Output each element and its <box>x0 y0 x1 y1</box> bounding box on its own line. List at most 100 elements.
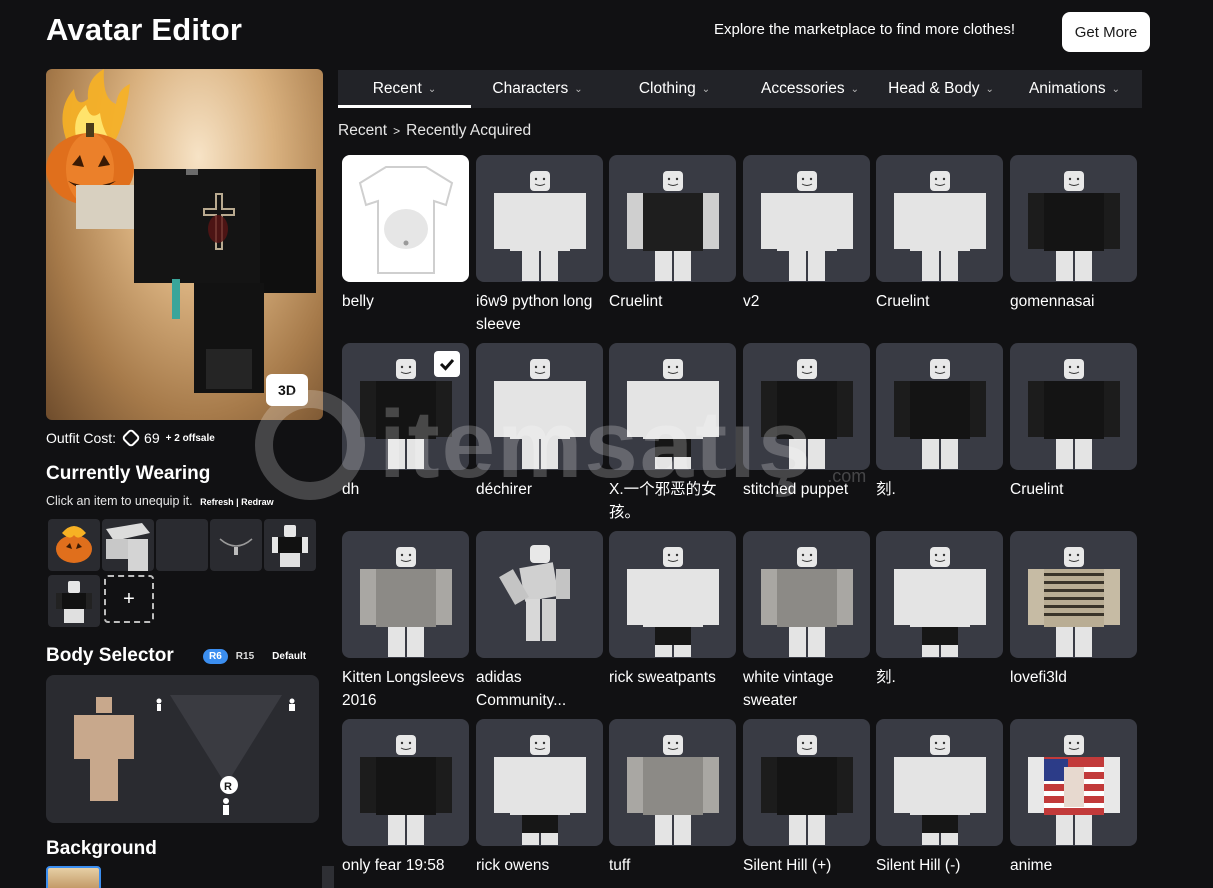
item-thumbnail[interactable] <box>1010 155 1137 282</box>
item-thumbnail[interactable] <box>1010 531 1137 658</box>
inventory-item[interactable]: i6w9 python long sleeve <box>476 155 603 336</box>
item-thumbnail[interactable] <box>743 343 870 470</box>
view-3d-toggle-button[interactable]: 3D <box>266 374 308 406</box>
item-thumbnail[interactable] <box>1010 719 1137 846</box>
left-panel-scrollbar[interactable] <box>322 866 334 888</box>
tab-characters[interactable]: Characters ⌄ <box>471 70 604 108</box>
item-name[interactable]: gomennasai <box>1010 290 1137 313</box>
item-name[interactable]: i6w9 python long sleeve <box>476 290 603 336</box>
tab-label: Accessories <box>761 80 845 97</box>
item-thumbnail[interactable] <box>743 155 870 282</box>
item-name[interactable]: belly <box>342 290 469 313</box>
item-name[interactable]: rick sweatpants <box>609 666 736 689</box>
item-thumbnail[interactable] <box>876 343 1003 470</box>
item-name[interactable]: anime <box>1010 854 1137 877</box>
body-type-default[interactable]: Default <box>272 651 306 662</box>
avatar-render <box>46 69 316 393</box>
inventory-item[interactable]: tuff <box>609 719 736 877</box>
worn-item-pumpkin[interactable] <box>48 519 100 571</box>
inventory-item[interactable]: belly <box>342 155 469 313</box>
item-thumbnail[interactable] <box>609 719 736 846</box>
inventory-item[interactable]: white vintage sweater <box>743 531 870 712</box>
worn-item-body-part[interactable] <box>102 519 154 571</box>
item-thumbnail[interactable] <box>743 719 870 846</box>
item-thumbnail[interactable] <box>609 531 736 658</box>
inventory-item[interactable]: 刻. <box>876 343 1003 501</box>
body-type-r15[interactable]: R15 <box>236 651 254 662</box>
get-more-button[interactable]: Get More <box>1062 12 1150 52</box>
add-item-button[interactable]: + <box>104 575 154 623</box>
item-thumbnail[interactable] <box>476 343 603 470</box>
item-name[interactable]: Silent Hill (+) <box>743 854 870 877</box>
item-name[interactable]: v2 <box>743 290 870 313</box>
inventory-item[interactable]: rick owens <box>476 719 603 877</box>
item-thumbnail[interactable] <box>342 719 469 846</box>
inventory-item[interactable]: Cruelint <box>876 155 1003 313</box>
item-name[interactable]: 刻. <box>876 478 1003 501</box>
item-name[interactable]: dh <box>342 478 469 501</box>
item-name[interactable]: Silent Hill (-) <box>876 854 1003 877</box>
item-thumbnail[interactable] <box>342 343 469 470</box>
item-name[interactable]: lovefi3ld <box>1010 666 1137 689</box>
inventory-item[interactable]: Kitten Longsleevs 2016 <box>342 531 469 712</box>
tab-head-body[interactable]: Head & Body ⌄ <box>875 70 1007 108</box>
tab-accessories[interactable]: Accessories ⌄ <box>745 70 875 108</box>
item-thumbnail[interactable] <box>609 343 736 470</box>
inventory-item[interactable]: Silent Hill (+) <box>743 719 870 877</box>
inventory-item[interactable]: anime <box>1010 719 1137 877</box>
item-name[interactable]: 刻. <box>876 666 1003 689</box>
inventory-item[interactable]: X.一个邪恶的女孩。 <box>609 343 736 524</box>
inventory-item[interactable]: lovefi3ld <box>1010 531 1137 689</box>
item-name[interactable]: déchirer <box>476 478 603 501</box>
item-name[interactable]: white vintage sweater <box>743 666 870 712</box>
refresh-redraw-link[interactable]: Refresh | Redraw <box>200 497 274 507</box>
outfit-thumbnail <box>272 525 308 567</box>
worn-item-outfit[interactable] <box>264 519 316 571</box>
inventory-item[interactable]: Cruelint <box>609 155 736 313</box>
item-thumbnail[interactable] <box>609 155 736 282</box>
item-name[interactable]: Cruelint <box>876 290 1003 313</box>
item-thumbnail[interactable] <box>476 155 603 282</box>
item-name[interactable]: X.一个邪恶的女孩。 <box>609 478 736 524</box>
item-thumbnail[interactable] <box>342 531 469 658</box>
item-thumbnail[interactable] <box>743 531 870 658</box>
inventory-item[interactable]: gomennasai <box>1010 155 1137 313</box>
item-name[interactable]: rick owens <box>476 854 603 877</box>
item-name[interactable]: tuff <box>609 854 736 877</box>
worn-item-pants[interactable] <box>48 575 100 627</box>
item-name[interactable]: stitched puppet <box>743 478 870 501</box>
item-thumbnail[interactable] <box>1010 343 1137 470</box>
item-name[interactable]: adidas Community... <box>476 666 603 712</box>
inventory-item[interactable]: 刻. <box>876 531 1003 689</box>
item-name[interactable]: only fear 19:58 <box>342 854 469 877</box>
inventory-item[interactable]: only fear 19:58 <box>342 719 469 877</box>
inventory-item[interactable]: dh <box>342 343 469 501</box>
inventory-item[interactable]: v2 <box>743 155 870 313</box>
inventory-item[interactable]: Cruelint <box>1010 343 1137 501</box>
worn-item-empty-shirt[interactable] <box>156 519 208 571</box>
inventory-item[interactable]: Silent Hill (-) <box>876 719 1003 877</box>
item-thumbnail[interactable] <box>476 531 603 658</box>
body-type-r6[interactable]: R6 <box>203 649 228 664</box>
item-thumbnail[interactable] <box>476 719 603 846</box>
worn-item-necklace[interactable] <box>210 519 262 571</box>
item-name[interactable]: Cruelint <box>1010 478 1137 501</box>
item-name[interactable]: Kitten Longsleevs 2016 <box>342 666 469 712</box>
item-thumbnail[interactable] <box>876 155 1003 282</box>
item-name[interactable]: Cruelint <box>609 290 736 313</box>
tab-clothing[interactable]: Clothing ⌄ <box>604 70 745 108</box>
avatar-thumbnail <box>894 735 986 845</box>
inventory-item[interactable]: déchirer <box>476 343 603 501</box>
inventory-item[interactable]: stitched puppet <box>743 343 870 501</box>
tab-animations[interactable]: Animations ⌄ <box>1007 70 1142 108</box>
tab-recent[interactable]: Recent ⌄ <box>338 70 471 108</box>
item-thumbnail[interactable] <box>876 719 1003 846</box>
svg-text:R: R <box>224 781 232 793</box>
background-option-selected[interactable] <box>46 866 101 888</box>
avatar-preview[interactable]: 3D <box>46 69 323 420</box>
inventory-item[interactable]: rick sweatpants <box>609 531 736 689</box>
breadcrumb-root[interactable]: Recent <box>338 122 387 140</box>
item-thumbnail[interactable] <box>342 155 469 282</box>
item-thumbnail[interactable] <box>876 531 1003 658</box>
inventory-item[interactable]: adidas Community... <box>476 531 603 712</box>
